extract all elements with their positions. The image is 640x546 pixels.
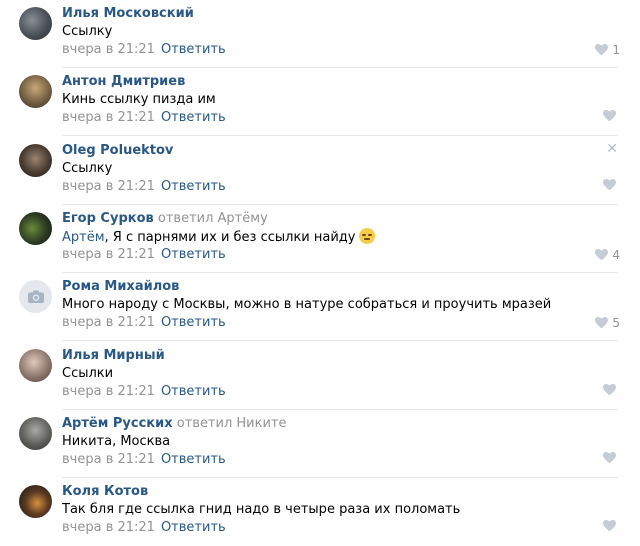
comment-meta: вчера в 21:21 Ответить [62,42,226,58]
heart-icon [595,317,609,329]
heart-icon [595,249,609,261]
comment-time[interactable]: вчера в 21:21 [62,520,155,535]
comment-header: Илья Мирный [62,348,165,364]
comment-item: Илья Московский Ссылку вчера в 21:21 Отве… [0,0,640,68]
comment-text: Много народу с Москвы, можно в натуре со… [62,297,552,312]
divider [62,340,618,341]
comment-item: Коля Котов Так бля где ссылка гнид надо … [0,478,640,546]
comment-meta: вчера в 21:21 Ответить [62,520,226,536]
comment-item: Егор Сурков ответил Артёму Артём, Я с па… [0,205,640,273]
avatar[interactable] [19,212,52,245]
comment-time[interactable]: вчера в 21:21 [62,452,155,467]
comment-header: Илья Московский [62,6,194,22]
smiling-face-icon [359,228,376,244]
comment-item: Антон Дмитриев Кинь ссылку пизда им вчер… [0,68,640,136]
like-button[interactable]: 1 [595,42,620,58]
comment-meta: вчера в 21:21 Ответить [62,110,226,126]
comment-meta: вчера в 21:21 Ответить [62,315,226,331]
author-name[interactable]: Илья Московский [62,6,194,21]
comment-time[interactable]: вчера в 21:21 [62,384,155,399]
comment-item: Илья Мирный Ссылки вчера в 21:21 Ответить [0,342,640,410]
heart-icon [603,452,616,464]
avatar[interactable] [19,349,52,382]
reply-button[interactable]: Ответить [161,452,226,467]
like-button[interactable] [603,452,620,464]
reply-button[interactable]: Ответить [161,110,226,125]
comment-header: Коля Котов [62,484,148,500]
reply-button[interactable]: Ответить [161,384,226,399]
avatar[interactable] [19,485,52,518]
heart-icon [603,179,616,191]
reply-button[interactable]: Ответить [161,179,226,194]
comment-header: Oleg Poluektov [62,143,173,159]
avatar[interactable] [19,280,52,313]
divider [62,135,618,136]
reply-button[interactable]: Ответить [161,247,226,262]
comment-header: Артём Русских ответил Никите [62,416,287,432]
like-button[interactable]: 5 [595,315,620,331]
comment-header: Рома Михайлов [62,279,179,295]
reply-button[interactable]: Ответить [161,315,226,330]
comment-time[interactable]: вчера в 21:21 [62,247,155,262]
heart-icon [603,520,616,532]
comment-text: Ссылку [62,24,113,39]
comment-text: Кинь ссылку пизда им [62,92,216,107]
mention-link[interactable]: Артём [62,230,105,245]
comment-body: , Я с парнями их и без ссылки найду [104,230,356,245]
heart-icon [595,44,609,56]
comment-time[interactable]: вчера в 21:21 [62,42,155,57]
heart-icon [603,110,616,122]
heart-icon [603,384,616,396]
avatar[interactable] [19,75,52,108]
comment-text: Ссылку [62,161,113,176]
comment-text: Ссылки [62,366,114,381]
comment-item: Oleg Poluektov Ссылку вчера в 21:21 Ответ… [0,137,640,205]
close-icon[interactable]: ✕ [606,142,618,156]
author-name[interactable]: Егор Сурков [62,211,154,226]
like-button[interactable] [603,520,620,532]
like-button[interactable]: 4 [595,247,620,263]
comment-meta: вчера в 21:21 Ответить [62,179,226,195]
camera-icon [27,290,44,303]
like-button[interactable] [603,110,620,122]
comment-text: Так бля где ссылка гнид надо в четыре ра… [62,502,461,517]
author-name[interactable]: Артём Русских [62,416,173,431]
author-name[interactable]: Рома Михайлов [62,279,179,294]
like-button[interactable] [603,384,620,396]
comment-item: Артём Русских ответил Никите Никита, Мос… [0,410,640,478]
avatar[interactable] [19,417,52,450]
author-name[interactable]: Коля Котов [62,484,148,499]
like-count: 4 [612,248,620,262]
replied-to[interactable]: ответил Никите [177,416,287,431]
comment-time[interactable]: вчера в 21:21 [62,315,155,330]
comment-meta: вчера в 21:21 Ответить [62,247,226,263]
replied-to[interactable]: ответил Артёму [158,211,268,226]
author-name[interactable]: Антон Дмитриев [62,74,185,89]
comment-item: Рома Михайлов Много народу с Москвы, мож… [0,273,640,341]
comment-time[interactable]: вчера в 21:21 [62,110,155,125]
author-name[interactable]: Oleg Poluektov [62,143,173,158]
comment-meta: вчера в 21:21 Ответить [62,452,226,468]
avatar[interactable] [19,144,52,177]
comment-text: Артём, Я с парнями их и без ссылки найду [62,228,376,246]
reply-button[interactable]: Ответить [161,520,226,535]
comment-meta: вчера в 21:21 Ответить [62,384,226,400]
comment-header: Антон Дмитриев [62,74,185,90]
comment-text: Никита, Москва [62,434,171,449]
like-count: 1 [612,43,620,57]
comment-time[interactable]: вчера в 21:21 [62,179,155,194]
reply-button[interactable]: Ответить [161,42,226,57]
comment-header: Егор Сурков ответил Артёму [62,211,268,227]
avatar[interactable] [19,7,52,40]
like-button[interactable] [603,179,620,191]
like-count: 5 [612,316,620,330]
author-name[interactable]: Илья Мирный [62,348,165,363]
